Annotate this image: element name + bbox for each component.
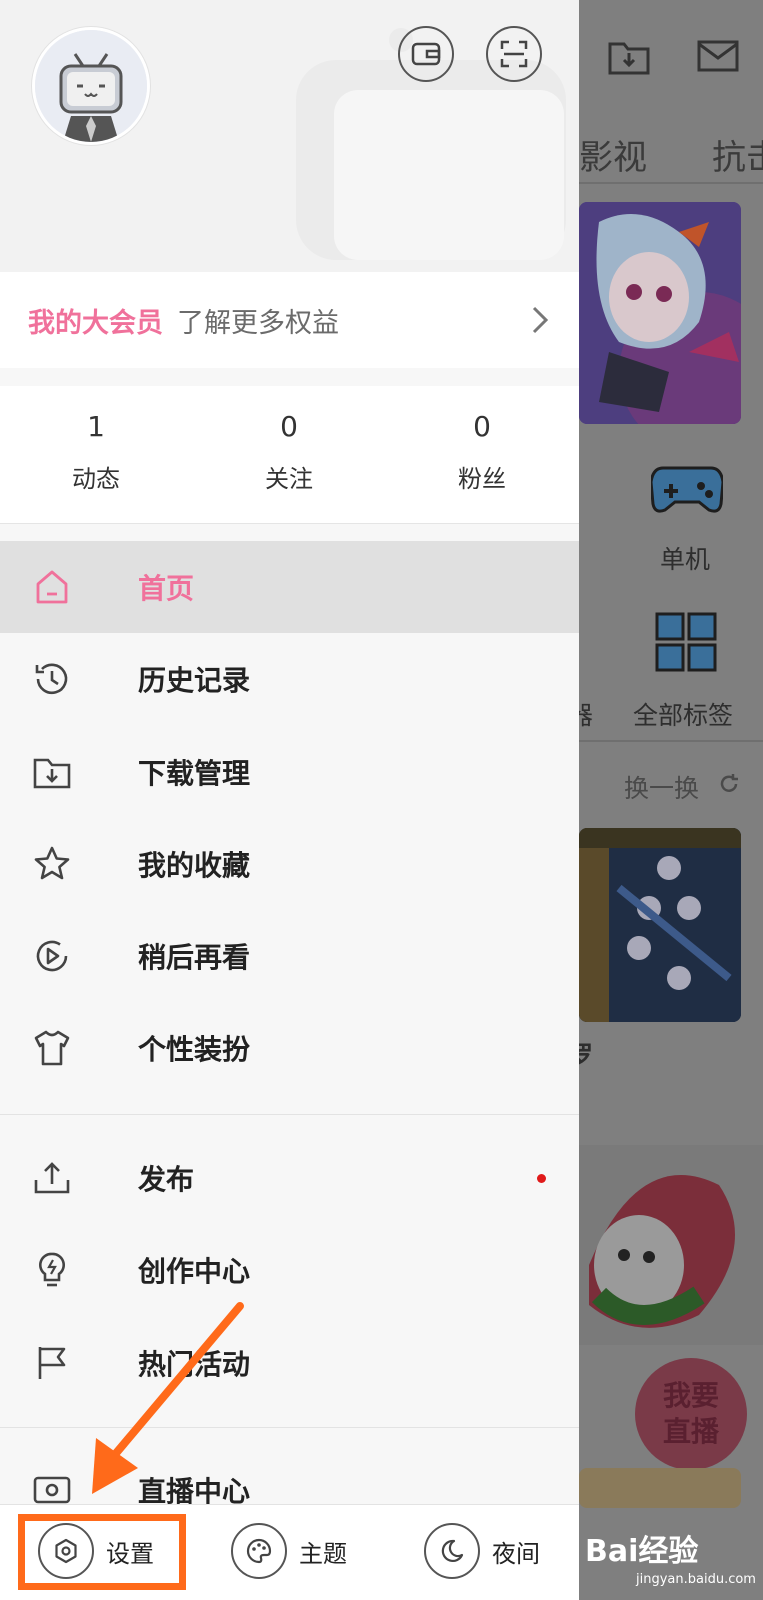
- moon-icon: [441, 1539, 464, 1562]
- all-tags-icon: [655, 612, 717, 672]
- menu-divider: [0, 1114, 579, 1115]
- scan-button[interactable]: [486, 26, 542, 82]
- stat-label: 粉丝: [458, 465, 506, 493]
- tab-divider: [579, 182, 763, 184]
- watch-later-icon: [36, 940, 68, 972]
- download-folder-icon: [33, 758, 71, 789]
- stat-fans[interactable]: 0 粉丝: [386, 386, 578, 494]
- cartoon-card[interactable]: [579, 1145, 763, 1345]
- avatar[interactable]: [32, 27, 150, 145]
- menu-label: 我的收藏: [138, 849, 251, 882]
- anime-illustration: [579, 202, 741, 424]
- drawer-header: [0, 0, 579, 272]
- section-divider: [579, 740, 763, 742]
- menu-item-creator-center[interactable]: 创作中心: [0, 1224, 579, 1316]
- stat-value: 0: [473, 410, 491, 443]
- stat-label: 动态: [72, 465, 120, 493]
- banner-card[interactable]: [579, 202, 741, 424]
- tab-movies[interactable]: 影视: [579, 130, 647, 179]
- theme-icon-circle: [231, 1523, 287, 1579]
- vip-membership-row[interactable]: 我的大会员 了解更多权益: [0, 272, 579, 368]
- upload-icon: [34, 1162, 70, 1194]
- menu-label: 发布: [138, 1163, 195, 1196]
- theme-button[interactable]: 主题: [231, 1521, 347, 1581]
- annotation-highlight-box: [18, 1514, 186, 1590]
- stat-value: 0: [280, 410, 298, 443]
- refresh-icon: [720, 774, 738, 792]
- stat-following[interactable]: 0 关注: [193, 386, 385, 494]
- chevron-right-icon: [532, 306, 549, 334]
- menu-item-favorites[interactable]: 我的收藏: [0, 818, 579, 910]
- tshirt-icon: [34, 1030, 70, 1066]
- menu-label: 热门活动: [138, 1348, 251, 1381]
- vip-title: 我的大会员: [28, 307, 163, 339]
- game-thumbnail: [579, 828, 741, 1022]
- menu-label: 历史记录: [138, 664, 251, 697]
- menu-label: 首页: [138, 572, 195, 605]
- night-mode-button[interactable]: 夜间: [424, 1521, 540, 1581]
- theme-label: 主题: [299, 1539, 347, 1568]
- stat-label: 关注: [265, 465, 313, 493]
- home-icon: [36, 570, 68, 604]
- history-icon: [35, 663, 68, 695]
- menu-label: 创作中心: [138, 1255, 251, 1288]
- menu-label: 稍后再看: [138, 941, 251, 974]
- refresh-button[interactable]: 换一换: [624, 769, 699, 805]
- menu-label: 下载管理: [138, 757, 251, 790]
- night-icon-circle: [424, 1523, 480, 1579]
- navigation-drawer: 我的大会员 了解更多权益 1 动态 0 关注 0 粉丝 首页 历史记录 下载管理…: [0, 0, 579, 1600]
- menu-item-events[interactable]: 热门活动: [0, 1317, 579, 1409]
- download-folder-icon[interactable]: [607, 36, 651, 76]
- live-fab-label: 我要直播: [662, 1379, 719, 1448]
- flag-icon: [38, 1347, 66, 1379]
- menu-label: 个性装扮: [138, 1033, 251, 1066]
- menu-divider: [0, 1427, 579, 1428]
- mail-icon[interactable]: [696, 36, 740, 76]
- vip-subtitle: 了解更多权益: [177, 307, 339, 339]
- category-all-tags[interactable]: 全部标签: [633, 696, 733, 732]
- gamepad-icon: [651, 466, 723, 513]
- stat-dynamics[interactable]: 1 动态: [0, 386, 192, 494]
- menu-item-home[interactable]: 首页: [0, 541, 579, 633]
- menu-item-dress-up[interactable]: 个性装扮: [0, 1002, 579, 1094]
- cartoon-thumbnail: [579, 1145, 763, 1345]
- menu-item-history[interactable]: 历史记录: [0, 633, 579, 725]
- notification-dot: [537, 1173, 546, 1183]
- video-card-2[interactable]: [579, 1468, 741, 1508]
- baidu-watermark-domain: jingyan.baidu.com: [636, 1572, 756, 1587]
- stats-panel: 1 动态 0 关注 0 粉丝: [0, 386, 579, 524]
- menu-item-publish[interactable]: 发布: [0, 1132, 579, 1224]
- category-single-player[interactable]: 单机: [660, 540, 710, 576]
- scan-icon: [500, 40, 528, 68]
- star-icon: [34, 846, 70, 880]
- video-card[interactable]: [579, 828, 741, 1022]
- bulb-icon: [39, 1252, 65, 1287]
- menu-item-downloads[interactable]: 下载管理: [0, 726, 579, 818]
- menu-item-watch-later[interactable]: 稍后再看: [0, 910, 579, 1002]
- stat-value: 1: [87, 410, 105, 443]
- wallet-icon: [411, 42, 441, 66]
- palette-icon: [246, 1538, 272, 1564]
- tv-mascot-avatar-icon: [35, 30, 147, 142]
- tab-fight[interactable]: 抗击: [712, 130, 763, 179]
- night-label: 夜间: [492, 1539, 540, 1568]
- wallet-button[interactable]: [398, 26, 454, 82]
- baidu-watermark: Bai经验: [585, 1534, 699, 1569]
